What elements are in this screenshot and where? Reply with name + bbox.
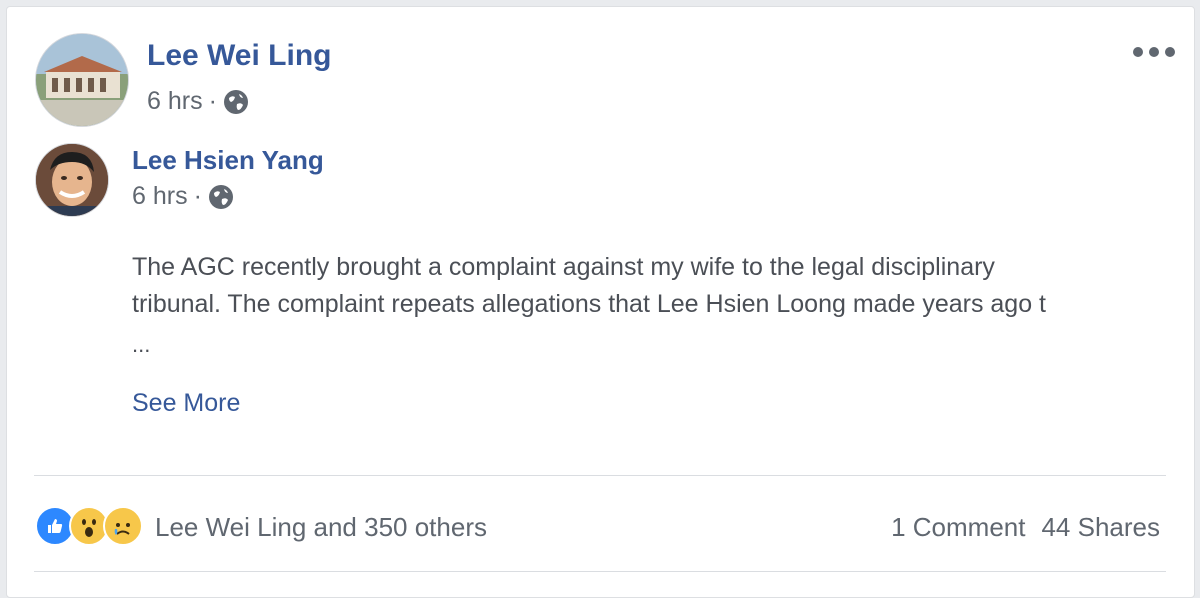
more-options-button[interactable] bbox=[1133, 41, 1175, 63]
author-avatar[interactable] bbox=[35, 33, 129, 127]
ellipsis-icon bbox=[1133, 47, 1143, 57]
shared-post-meta: 6 hrs · bbox=[132, 182, 234, 211]
post-text-line: tribunal. The complaint repeats allegati… bbox=[132, 290, 1047, 318]
meta-separator: · bbox=[208, 87, 217, 115]
post-text-line: The AGC recently brought a complaint aga… bbox=[132, 253, 995, 281]
shared-post-time[interactable]: 6 hrs bbox=[132, 182, 188, 211]
see-more-link[interactable]: See More bbox=[132, 389, 240, 418]
divider bbox=[34, 475, 1166, 476]
reaction-icons[interactable] bbox=[35, 506, 143, 546]
author-name[interactable]: Lee Wei Ling bbox=[147, 39, 331, 73]
comments-count[interactable]: 1 Comment bbox=[891, 512, 1025, 543]
divider bbox=[34, 571, 1166, 572]
post-text: The AGC recently brought a complaint aga… bbox=[132, 249, 1172, 323]
post-time[interactable]: 6 hrs bbox=[147, 87, 203, 116]
post-card: Lee Wei Ling 6 hrs · Lee Hsien Yang 6 hr… bbox=[6, 6, 1195, 598]
globe-icon[interactable] bbox=[223, 89, 249, 115]
truncation-ellipsis: ... bbox=[132, 332, 151, 357]
engagement-counts: 1 Comment 44 Shares bbox=[891, 512, 1160, 543]
sad-icon bbox=[103, 506, 143, 546]
shared-author-name[interactable]: Lee Hsien Yang bbox=[132, 145, 324, 176]
globe-icon[interactable] bbox=[208, 184, 234, 210]
post-meta: 6 hrs · bbox=[147, 87, 249, 116]
shared-author-avatar[interactable] bbox=[35, 143, 109, 217]
meta-separator: · bbox=[193, 182, 202, 210]
shares-count[interactable]: 44 Shares bbox=[1041, 512, 1160, 543]
reactions-summary[interactable]: Lee Wei Ling and 350 others bbox=[155, 512, 487, 543]
